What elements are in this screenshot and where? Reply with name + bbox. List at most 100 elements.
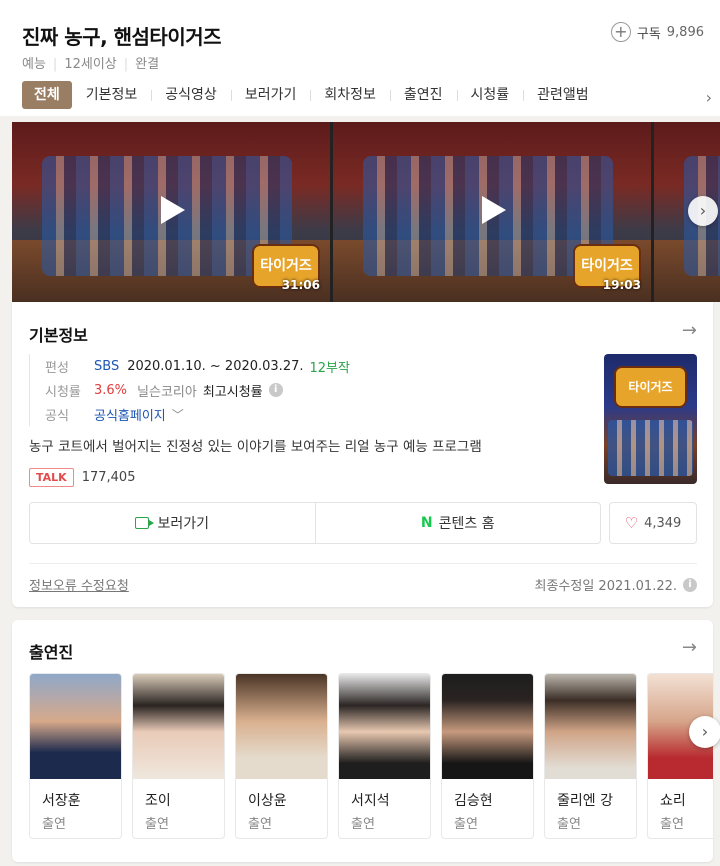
cast-photo	[545, 674, 636, 779]
cast-name: 줄리엔 강	[557, 793, 613, 809]
meta-status: 완결	[117, 53, 159, 72]
video-thumbnail[interactable]: 타이거즈 19:03	[333, 122, 651, 302]
tab-albums[interactable]: 관련앨범	[523, 81, 603, 109]
cast-photo	[30, 674, 121, 779]
cast-role: 출연	[42, 817, 66, 832]
video-play-icon	[135, 517, 155, 529]
watch-label: 보러가기	[157, 516, 210, 532]
cast-member[interactable]: 서장훈 출연	[29, 673, 122, 839]
info-rows: 편성 SBS 2020.01.10. ~ 2020.03.27. 12부작 시청…	[29, 354, 350, 426]
cast-member[interactable]: 이상윤 출연	[235, 673, 328, 839]
tab-basic-info[interactable]: 기본정보	[72, 81, 152, 109]
rating-type: 최고시청률	[202, 384, 263, 400]
program-header: 진짜 농구, 핸섬타이거즈 + 구독 9,896 예능 12세이상 완결 전체 …	[0, 0, 720, 116]
official-row: 공식 공식홈페이지 ﹀	[45, 402, 350, 426]
play-icon	[482, 196, 506, 224]
plus-icon: +	[610, 22, 631, 42]
program-poster[interactable]: 타이거즈	[604, 354, 697, 484]
naver-n-icon: N	[420, 515, 433, 531]
broadcast-period: 2020.01.10. ~ 2020.03.27.	[127, 358, 304, 374]
cast-name: 김승현	[454, 793, 493, 809]
cast-card: 출연진 → 서장훈 출연 조이 출연 이상윤 출연 서지석 출연 김승현 출연	[12, 620, 720, 862]
program-meta: 예능 12세이상 완결	[22, 53, 159, 72]
arrow-right-icon[interactable]: →	[682, 320, 697, 341]
cast-photo	[236, 674, 327, 779]
cast-name: 서장훈	[42, 793, 81, 809]
cast-photo	[339, 674, 430, 779]
cast-next-button[interactable]: ›	[689, 716, 720, 748]
action-bar: 보러가기 N 콘텐츠 홈	[29, 502, 601, 544]
info-icon[interactable]: i	[683, 577, 697, 592]
broadcaster-link[interactable]: SBS	[94, 359, 119, 374]
cast-member[interactable]: 김승현 출연	[441, 673, 534, 839]
tab-ratings[interactable]: 시청률	[456, 81, 524, 109]
cast-member[interactable]: 쇼리 출연	[647, 673, 713, 839]
program-title: 진짜 농구, 핸섬타이거즈	[22, 25, 222, 49]
subscribe-label: 구독	[636, 26, 661, 42]
ratings-row: 시청률 3.6% 닐슨코리아 최고시청률 i	[45, 378, 350, 402]
chevron-down-icon[interactable]: ﹀	[172, 406, 184, 423]
cast-role: 출연	[454, 817, 478, 832]
basic-info-card: 기본정보 → 편성 SBS 2020.01.10. ~ 2020.03.27. …	[12, 302, 713, 607]
talk-badge: TALK	[29, 468, 74, 487]
broadcast-row: 편성 SBS 2020.01.10. ~ 2020.03.27. 12부작	[45, 354, 350, 378]
last-updated-text: 최종수정일 2021.01.22.	[534, 579, 678, 594]
tab-all[interactable]: 전체	[22, 81, 72, 109]
carousel-next-button[interactable]: ›	[688, 196, 718, 226]
episode-count: 12부작	[309, 360, 350, 376]
official-homepage-link[interactable]: 공식홈페이지	[94, 405, 166, 424]
cast-name: 이상윤	[248, 793, 287, 809]
tab-watch[interactable]: 보러가기	[230, 81, 311, 109]
like-button[interactable]: ♡ 4,349	[609, 502, 697, 544]
tab-bar: 전체 기본정보 공식영상 보러가기 회차정보 출연진 시청률 관련앨범	[22, 81, 603, 109]
rating-value: 3.6%	[94, 382, 128, 398]
broadcast-label: 편성	[45, 360, 69, 376]
watch-button[interactable]: 보러가기	[30, 503, 315, 543]
program-description: 농구 코트에서 벌어지는 진정성 있는 이야기를 보여주는 리얼 농구 예능 프…	[29, 439, 482, 455]
official-label: 공식	[45, 408, 69, 424]
meta-genre: 예능	[22, 57, 46, 72]
report-error-link[interactable]: 정보오류 수정요청	[29, 575, 129, 594]
divider	[29, 563, 697, 564]
tab-official-video[interactable]: 공식영상	[151, 81, 231, 109]
cast-name: 조이	[145, 793, 171, 809]
video-thumbnail[interactable]: 타이거즈 31:06	[12, 122, 330, 302]
cast-name: 서지석	[351, 793, 390, 809]
video-duration: 19:03	[602, 278, 641, 292]
rating-source: 닐슨코리아	[137, 384, 197, 400]
talk-count: 177,405	[81, 470, 136, 485]
cast-member[interactable]: 조이 출연	[132, 673, 225, 839]
video-carousel: 타이거즈 31:06 타이거즈 19:03 ›	[12, 122, 720, 302]
talk-row[interactable]: TALK 177,405	[29, 468, 135, 487]
ratings-label: 시청률	[45, 384, 81, 400]
chevron-right-icon[interactable]: ›	[706, 88, 712, 107]
info-icon[interactable]: i	[268, 383, 283, 397]
cast-role: 출연	[351, 817, 375, 832]
cast-role: 출연	[248, 817, 272, 832]
heart-icon: ♡	[624, 514, 639, 532]
cast-role: 출연	[557, 817, 581, 832]
video-duration: 31:06	[281, 278, 320, 292]
tab-episodes[interactable]: 회차정보	[310, 81, 390, 109]
cast-member[interactable]: 줄리엔 강 출연	[544, 673, 637, 839]
subscribe-button[interactable]: + 구독 9,896	[610, 22, 704, 42]
cast-member[interactable]: 서지석 출연	[338, 673, 431, 839]
meta-age-rating: 12세이상	[46, 53, 116, 72]
cast-photo	[133, 674, 224, 779]
cast-role: 출연	[145, 817, 169, 832]
last-updated: 최종수정일 2021.01.22. i	[534, 575, 697, 594]
cast-list: 서장훈 출연 조이 출연 이상윤 출연 서지석 출연 김승현 출연 줄리엔 강 …	[29, 673, 713, 839]
cast-name: 쇼리	[660, 793, 686, 809]
tab-cast[interactable]: 출연진	[389, 81, 457, 109]
section-title: 출연진	[29, 643, 74, 662]
cast-role: 출연	[660, 817, 684, 832]
arrow-right-icon[interactable]: →	[682, 637, 697, 658]
content-home-button[interactable]: N 콘텐츠 홈	[314, 503, 601, 543]
play-icon	[161, 196, 185, 224]
content-home-label: 콘텐츠 홈	[438, 516, 495, 532]
subscribe-count: 9,896	[666, 24, 704, 40]
cast-photo	[442, 674, 533, 779]
poster-logo: 타이거즈	[614, 366, 687, 408]
section-title: 기본정보	[29, 326, 88, 345]
like-count: 4,349	[644, 515, 682, 531]
